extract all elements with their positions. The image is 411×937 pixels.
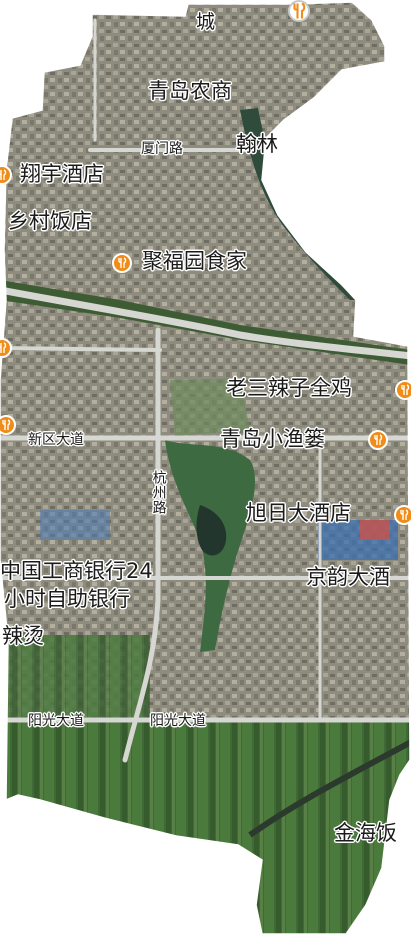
poi-label-icbc-line1[interactable]: 中国工商银行24 [0, 559, 153, 584]
road-label-xinqu: 新区大道 [28, 432, 84, 448]
dining-icon[interactable] [112, 253, 132, 273]
west-road-line [0, 346, 162, 352]
dining-icon[interactable] [368, 430, 388, 450]
poi-label-cheng[interactable]: 城 [196, 11, 215, 33]
poi-label-icbc-line2[interactable]: 小时自助银行 [4, 587, 130, 612]
poi-label-hanlin[interactable]: 翰林 [236, 132, 278, 157]
road-label-yangguang-west: 阳光大道 [28, 713, 84, 729]
poi-label-jufuyuan[interactable]: 聚福园食家 [142, 249, 247, 274]
poi-label-qingdao-nongshang[interactable]: 青岛农商 [148, 79, 232, 104]
poi-label-qingdao-xiaoyulou[interactable]: 青岛小渔篓 [220, 427, 325, 452]
dining-icon[interactable] [288, 0, 310, 22]
road-label-yangguang-east: 阳光大道 [150, 713, 206, 729]
poi-label-xiangcun-restaurant[interactable]: 乡村饭店 [8, 209, 92, 234]
dining-icon[interactable] [394, 505, 411, 525]
poi-label-jinhai[interactable]: 金海饭 [334, 821, 397, 846]
road-label-hangzhou: 杭州路 [150, 470, 167, 515]
blue-roofs [40, 510, 110, 540]
poi-label-jingyun-hotel[interactable]: 京韵大酒 [306, 565, 390, 590]
satellite-map[interactable] [0, 0, 411, 937]
road-label-xiamen: 厦门路 [141, 141, 183, 157]
poi-label-xuri-hotel[interactable]: 旭日大酒店 [246, 501, 351, 526]
poi-label-laosan-lazi[interactable]: 老三辣子全鸡 [226, 376, 352, 401]
poi-label-latang[interactable]: 辣烫 [2, 624, 44, 649]
red-roof [360, 520, 390, 540]
poi-label-xiangyu-hotel[interactable]: 翔宇酒店 [20, 162, 104, 187]
dining-icon[interactable] [395, 380, 411, 400]
